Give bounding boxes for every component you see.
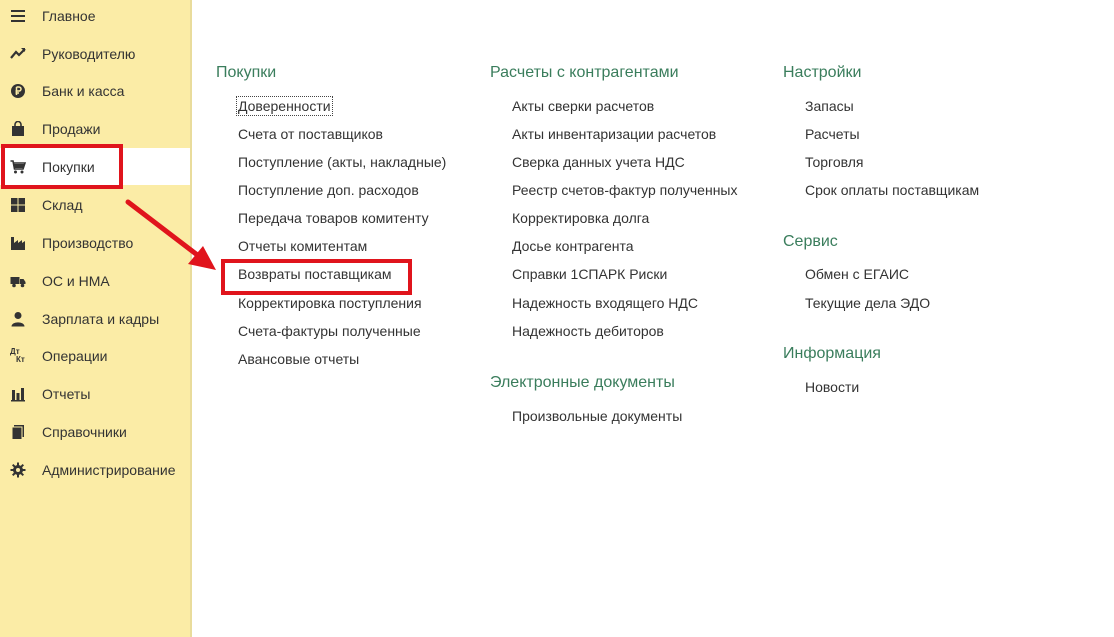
sidebar-item-sales[interactable]: Продажи [0,110,190,147]
link-received-invoices[interactable]: Счета-фактуры полученные [238,323,421,339]
link-supplier-invoices[interactable]: Счета от поставщиков [238,126,383,142]
link-settings-trade[interactable]: Торговля [805,154,863,170]
section-title-purchases: Покупки [216,64,277,81]
trend-icon [9,45,27,63]
section-title-settlements: Расчеты с контрагентами [490,64,679,81]
link-vat-reconciliation[interactable]: Сверка данных учета НДС [512,154,685,170]
section-title-info: Информация [783,345,881,362]
grid-icon [9,196,27,214]
link-edo-tasks[interactable]: Текущие дела ЭДО [805,295,930,311]
link-settings-settlements[interactable]: Расчеты [805,126,860,142]
sidebar-item-label: Банк и касса [42,82,125,99]
sidebar-item-label: Справочники [42,423,127,440]
sidebar-item-label: Склад [42,196,83,213]
kt-text: Кт [16,354,25,364]
gear-icon [9,461,27,479]
sidebar-item-label: Руководителю [42,45,136,62]
sidebar-item-reports[interactable]: Отчеты [0,375,190,412]
link-egais-exchange[interactable]: Обмен с ЕГАИС [805,266,909,282]
link-reconciliation-acts[interactable]: Акты сверки расчетов [512,98,654,114]
sidebar-item-label: Операции [42,347,108,364]
section-title-settings: Настройки [783,64,862,81]
link-transfer-to-committent[interactable]: Передача товаров комитенту [238,210,429,226]
section-title-edocs: Электронные документы [490,374,675,391]
link-inventory-acts[interactable]: Акты инвентаризации расчетов [512,126,716,142]
sidebar-item-admin[interactable]: Администрирование [0,451,190,488]
sidebar-item-warehouse[interactable]: Склад [0,186,190,223]
sidebar-item-references[interactable]: Справочники [0,413,190,450]
sidebar-item-main[interactable]: Главное [0,0,190,34]
link-counterparty-dossier[interactable]: Досье контрагента [512,238,634,254]
sidebar-item-operations[interactable]: Дт Кт Операции [0,337,190,374]
sidebar-item-purchases[interactable]: Покупки [0,148,190,185]
sidebar-item-assets[interactable]: ОС и НМА [0,262,190,299]
sidebar-item-director[interactable]: Руководителю [0,35,190,72]
sidebar-item-production[interactable]: Производство [0,224,190,261]
factory-icon [9,234,27,252]
book-icon [9,423,27,441]
link-news[interactable]: Новости [805,379,859,395]
link-supplier-returns[interactable]: Возвраты поставщикам [238,266,391,282]
person-icon [9,310,27,328]
sidebar-item-bank[interactable]: Банк и касса [0,72,190,109]
sidebar-item-label: Главное [42,7,96,24]
link-committent-reports[interactable]: Отчеты комитентам [238,238,367,254]
sidebar-item-label: Покупки [42,158,95,175]
link-debtor-reliability[interactable]: Надежность дебиторов [512,323,664,339]
link-arbitrary-documents[interactable]: Произвольные документы [512,408,682,424]
link-invoice-register[interactable]: Реестр счетов-фактур полученных [512,182,738,198]
sidebar: Главное Руководителю Банк и касса Продаж… [0,0,192,637]
link-receipt-correction[interactable]: Корректировка поступления [238,295,422,311]
bar-chart-icon [9,385,27,403]
ruble-coin-icon [9,82,27,100]
link-spark-risks[interactable]: Справки 1СПАРК Риски [512,266,667,282]
link-settings-payment-terms[interactable]: Срок оплаты поставщикам [805,182,979,198]
menu-icon [9,7,27,25]
link-additional-costs[interactable]: Поступление доп. расходов [238,182,419,198]
sidebar-item-label: Производство [42,234,134,251]
link-expense-reports[interactable]: Авансовые отчеты [238,351,359,367]
link-debt-correction[interactable]: Корректировка долга [512,210,649,226]
cart-icon [9,158,27,176]
sidebar-item-label: Продажи [42,120,101,137]
link-settings-stock[interactable]: Запасы [805,98,854,114]
sidebar-item-label: Зарплата и кадры [42,310,160,327]
dt-kt-icon: Дт Кт [9,347,27,365]
section-title-service: Сервис [783,233,838,250]
link-input-vat-reliability[interactable]: Надежность входящего НДС [512,295,698,311]
sidebar-item-label: Отчеты [42,385,91,402]
link-receipts[interactable]: Поступление (акты, накладные) [238,154,446,170]
link-powers-of-attorney[interactable]: Доверенности [236,96,333,116]
sidebar-item-label: ОС и НМА [42,272,110,289]
sidebar-item-salary[interactable]: Зарплата и кадры [0,300,190,337]
shopping-bag-icon [9,120,27,138]
sidebar-item-label: Администрирование [42,461,176,478]
truck-icon [9,272,27,290]
